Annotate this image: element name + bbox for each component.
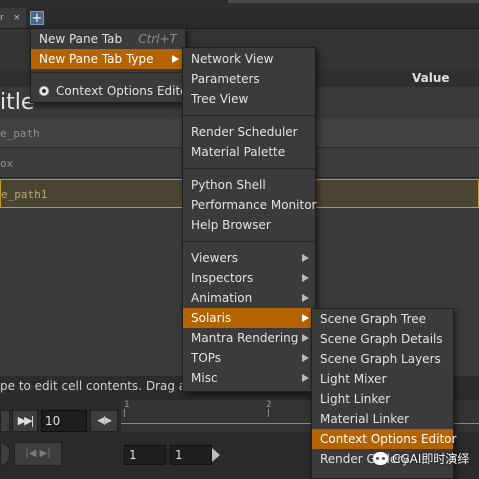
menu-item-label: Help Browser [191, 218, 271, 232]
menu-item-label: Python Shell [191, 178, 266, 192]
menu-item-shortcut: Ctrl+T [138, 32, 177, 46]
menu-item-scene-graph-layers[interactable]: Scene Graph Layers [312, 349, 453, 369]
menu-item-context-options-editor[interactable]: Context Options Editor [312, 429, 457, 449]
menu-item-label: Context Options Editor [320, 432, 457, 446]
menu-item-label: Scene Graph Details [320, 332, 443, 346]
pane-tab[interactable]: r × [0, 8, 26, 28]
menu-item-label: Solaris [191, 311, 232, 325]
menu-item-label: Inspectors [191, 271, 254, 285]
keyframe-jump-icon[interactable]: |◀ ▶| [14, 442, 62, 466]
menu-item-scene-graph-details[interactable]: Scene Graph Details [312, 329, 453, 349]
range-slider-handle[interactable] [212, 448, 220, 462]
menu-item-misc[interactable]: Misc [183, 368, 315, 388]
menu-item-label: Context Options Editor [56, 84, 193, 98]
timeline-tick [268, 409, 269, 417]
menu-item-label: TOPs [191, 351, 222, 365]
menu-item-label: Scene Graph Tree [320, 312, 427, 326]
menu-item-new-pane-tab-type[interactable]: New Pane Tab Type [31, 49, 185, 69]
menu-item-tops[interactable]: TOPs [183, 348, 315, 368]
pane-tab-label: r [0, 13, 4, 23]
row-name: ox [0, 157, 14, 170]
menu-item-viewers[interactable]: Viewers [183, 248, 315, 268]
pane-tab-bar [0, 8, 479, 29]
window-top-strip-accent [228, 0, 479, 3]
menu-item-network-view[interactable]: Network View [183, 49, 315, 69]
menu-item-label: New Pane Tab Type [39, 52, 154, 66]
row-name: e_path1 [1, 188, 48, 201]
pane-tab-menu: New Pane Tab Ctrl+T New Pane Tab Type Co… [30, 28, 192, 103]
radio-selected-icon [39, 86, 49, 96]
menu-divider [183, 168, 315, 169]
menu-item-label: Material Linker [320, 412, 410, 426]
menu-item-label: Mantra Rendering [191, 331, 299, 345]
submenu-arrow-icon [302, 294, 309, 302]
submenu-arrow-icon [302, 374, 309, 382]
menu-item-animation[interactable]: Animation [183, 288, 315, 308]
row-name: e_path [0, 127, 40, 140]
pane-type-submenu: Network View Parameters Tree View Render… [182, 47, 316, 392]
menu-divider [183, 241, 315, 242]
wechat-logo-icon [373, 452, 388, 465]
menu-item-label: Misc [191, 371, 218, 385]
menu-item-performance-monitor[interactable]: Performance Monitor [183, 195, 317, 215]
watermark: CGAI即时演绎 [373, 450, 479, 468]
close-icon[interactable]: × [13, 8, 21, 28]
menu-item-light-linker[interactable]: Light Linker [312, 389, 453, 409]
submenu-arrow-icon [302, 314, 309, 322]
menu-item-context-options-editor[interactable]: Context Options Editor [31, 81, 192, 101]
menu-item-light-mixer[interactable]: Light Mixer [312, 369, 453, 389]
menu-item-label: Material Palette [191, 145, 286, 159]
menu-item-label: Viewers [191, 251, 239, 265]
menu-item-label: New Pane Tab [39, 32, 123, 46]
menu-item-label: Parameters [191, 72, 260, 86]
current-frame-field[interactable]: 10 [41, 410, 87, 432]
menu-item-inspectors[interactable]: Inspectors [183, 268, 315, 288]
submenu-arrow-icon [302, 274, 309, 282]
menu-item-solaris[interactable]: Solaris [183, 308, 315, 328]
timeline-tick [124, 409, 125, 417]
menu-item-render-scheduler[interactable]: Render Scheduler [183, 122, 315, 142]
menu-item-scene-graph-tree[interactable]: Scene Graph Tree [312, 309, 453, 329]
range-end-field[interactable]: 1 [170, 445, 212, 465]
submenu-arrow-icon [302, 334, 309, 342]
menu-item-label: Animation [191, 291, 253, 305]
submenu-arrow-icon [302, 354, 309, 362]
menu-item-label: Performance Monitor [191, 198, 317, 212]
jump-to-end-icon[interactable]: ▶▶| [12, 410, 38, 432]
menu-item-help-browser[interactable]: Help Browser [183, 215, 315, 235]
menu-item-label: Scene Graph Layers [320, 352, 441, 366]
menu-item-parameters[interactable]: Parameters [183, 69, 315, 89]
menu-item-material-linker[interactable]: Material Linker [312, 409, 453, 429]
submenu-arrow-icon [302, 254, 309, 262]
menu-item-label: Network View [191, 52, 274, 66]
menu-divider [183, 115, 315, 116]
menu-item-tree-view[interactable]: Tree View [183, 89, 315, 109]
menu-divider [31, 72, 185, 73]
menu-item-label: Tree View [191, 92, 249, 106]
menu-item-new-pane-tab[interactable]: New Pane Tab Ctrl+T [31, 29, 185, 49]
menu-item-label: Light Linker [320, 392, 391, 406]
menu-item-label: Render Scheduler [191, 125, 298, 139]
watermark-text: CGAI即时演绎 [392, 452, 470, 466]
value-column-header[interactable]: Value [412, 69, 450, 87]
step-frame-icon[interactable]: ◀|▶ [90, 410, 118, 432]
play-button[interactable] [0, 410, 10, 432]
menu-item-mantra-rendering[interactable]: Mantra Rendering [183, 328, 315, 348]
menu-item-python-shell[interactable]: Python Shell [183, 175, 315, 195]
add-pane-tab-button[interactable]: + [30, 11, 44, 25]
menu-item-label: Light Mixer [320, 372, 387, 386]
submenu-arrow-icon [172, 55, 179, 63]
menu-item-material-palette[interactable]: Material Palette [183, 142, 315, 162]
range-start-field[interactable]: 1 [124, 445, 166, 465]
